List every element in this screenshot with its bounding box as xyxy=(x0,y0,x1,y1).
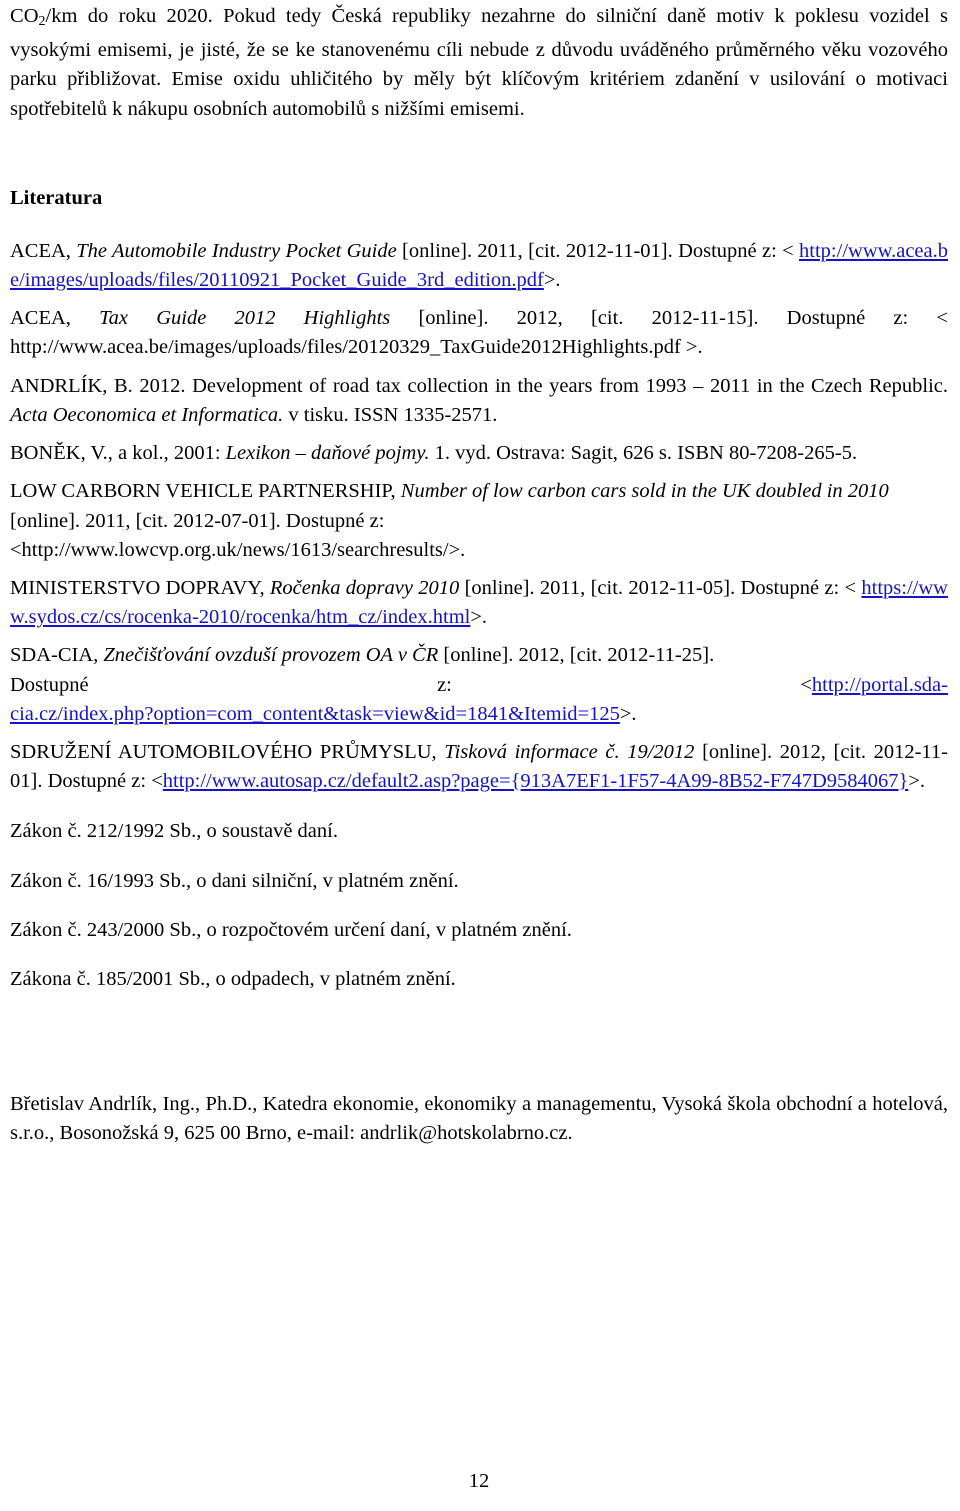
reference-meta: [online]. 2012, [cit. 2012-11-15]. Dostu… xyxy=(390,307,948,330)
reference-author: ACEA, xyxy=(10,307,100,330)
reference-z-label: z: xyxy=(437,673,452,696)
reference-title: The Automobile Industry Pocket Guide xyxy=(76,239,397,262)
law-item: Zákon č. 243/2000 Sb., o rozpočtovém urč… xyxy=(10,918,572,941)
reference-tail: >. xyxy=(543,269,561,292)
reference-bonek: BONĚK, V., a kol., 2001: Lexikon – daňov… xyxy=(10,439,948,468)
reference-bracket-text: < xyxy=(800,673,812,696)
reference-url-open-bracket: <http://portal.sda- xyxy=(800,671,948,700)
reference-tail: >. xyxy=(680,336,703,359)
reference-ministerstvo-dopravy: MINISTERSTVO DOPRAVY, Ročenka dopravy 20… xyxy=(10,574,948,632)
reference-author: MINISTERSTVO DOPRAVY, xyxy=(10,576,270,599)
reference-tail: >. xyxy=(908,770,926,793)
reference-acea-pocket-guide: ACEA, The Automobile Industry Pocket Gui… xyxy=(10,237,948,295)
reference-title: Tisková informace č. 19/2012 xyxy=(444,740,695,763)
reference-author: SDRUŽENÍ AUTOMOBILOVÉHO PRŮMYSLU, xyxy=(10,740,445,763)
reference-title: Lexikon – daňové pojmy. xyxy=(225,442,430,465)
reference-title: Acta Oeconomica et Informatica. xyxy=(10,403,284,426)
reference-dostupne-label: Dostupné xyxy=(10,673,89,696)
reference-author: ACEA, xyxy=(10,239,77,262)
reference-url-text: http://www.acea.be/images/uploads/files/… xyxy=(10,336,681,359)
reference-meta: [online]. 2012, [cit. 2012-11-25]. xyxy=(438,644,715,667)
reference-url-link-part1[interactable]: http://www.autosap.cz/default2.asp?page=… xyxy=(163,770,617,792)
literature-heading: Literatura xyxy=(10,186,103,209)
document-page: CO2/km do roku 2020. Pokud tedy Česká re… xyxy=(10,0,948,1511)
reference-url-link-part1[interactable]: http://portal.sda- xyxy=(812,674,948,696)
reference-author: BONĚK, V., a kol., 2001: xyxy=(10,442,226,465)
reference-url-link-part2[interactable]: 1F57-4A99-8B52-F747D9584067} xyxy=(617,770,908,792)
reference-tail: >. xyxy=(470,606,488,629)
reference-author: LOW CARBORN VEHICLE PARTNERSHIP, xyxy=(10,480,401,503)
intro-paragraph-body: /km do roku 2020. Pokud tedy Česká repub… xyxy=(10,5,948,120)
reference-lowcvp: LOW CARBORN VEHICLE PARTNERSHIP, Number … xyxy=(10,477,948,565)
intro-paragraph: CO2/km do roku 2020. Pokud tedy Česká re… xyxy=(10,0,948,124)
co2-subscript: 2 xyxy=(38,14,46,30)
reference-sdruzeni: SDRUŽENÍ AUTOMOBILOVÉHO PRŮMYSLU, Tiskov… xyxy=(10,738,948,796)
author-affiliation: Břetislav Andrlík, Ing., Ph.D., Katedra … xyxy=(10,1093,948,1145)
law-item: Zákon č. 16/1993 Sb., o dani silniční, v… xyxy=(10,869,459,892)
reference-url-link-part2[interactable]: cia.cz/index.php?option=com_content&task… xyxy=(10,703,620,725)
reference-title: Znečišťování ovzduší provozem OA v ČR xyxy=(103,644,439,667)
reference-meta: [online]. 2011, [cit. 2012-07-01]. Dostu… xyxy=(10,509,385,532)
page-number: 12 xyxy=(468,1470,490,1492)
reference-stretched-line: Dostupné z: <http://portal.sda- xyxy=(10,671,948,700)
reference-sda-cia: SDA-CIA, Znečišťování ovzduší provozem O… xyxy=(10,641,948,729)
reference-tail: >. xyxy=(619,702,637,725)
law-list: Zákon č. 212/1992 Sb., o soustavě daní. … xyxy=(10,805,948,994)
reference-list: ACEA, The Automobile Industry Pocket Gui… xyxy=(10,213,948,796)
reference-meta: [online]. 2011, [cit. 2012-11-05]. Dostu… xyxy=(459,576,862,599)
reference-acea-tax-guide: ACEA, Tax Guide 2012 Highlights [online]… xyxy=(10,304,948,362)
law-item: Zákona č. 185/2001 Sb., o odpadech, v pl… xyxy=(10,967,456,990)
reference-title: Ročenka dopravy 2010 xyxy=(269,576,460,599)
co2-prefix: CO xyxy=(10,5,39,27)
law-item: Zákon č. 212/1992 Sb., o soustavě daní. xyxy=(10,820,338,843)
reference-title: Tax Guide 2012 Highlights xyxy=(99,307,391,330)
reference-author: SDA-CIA, xyxy=(10,644,104,667)
reference-meta: 1. vyd. Ostrava: Sagit, 626 s. ISBN 80-7… xyxy=(429,442,858,465)
reference-meta: v tisku. ISSN 1335-2571. xyxy=(283,403,498,426)
reference-title: Number of low carbon cars sold in the UK… xyxy=(400,480,889,503)
reference-andrlik: ANDRLÍK, B. 2012. Development of road ta… xyxy=(10,372,948,430)
reference-author: ANDRLÍK, B. 2012. Development of road ta… xyxy=(10,374,948,397)
reference-meta: [online]. 2011, [cit. 2012-11-01]. Dostu… xyxy=(396,239,800,262)
reference-url-text: <http://www.lowcvp.org.uk/news/1613/sear… xyxy=(10,538,466,561)
